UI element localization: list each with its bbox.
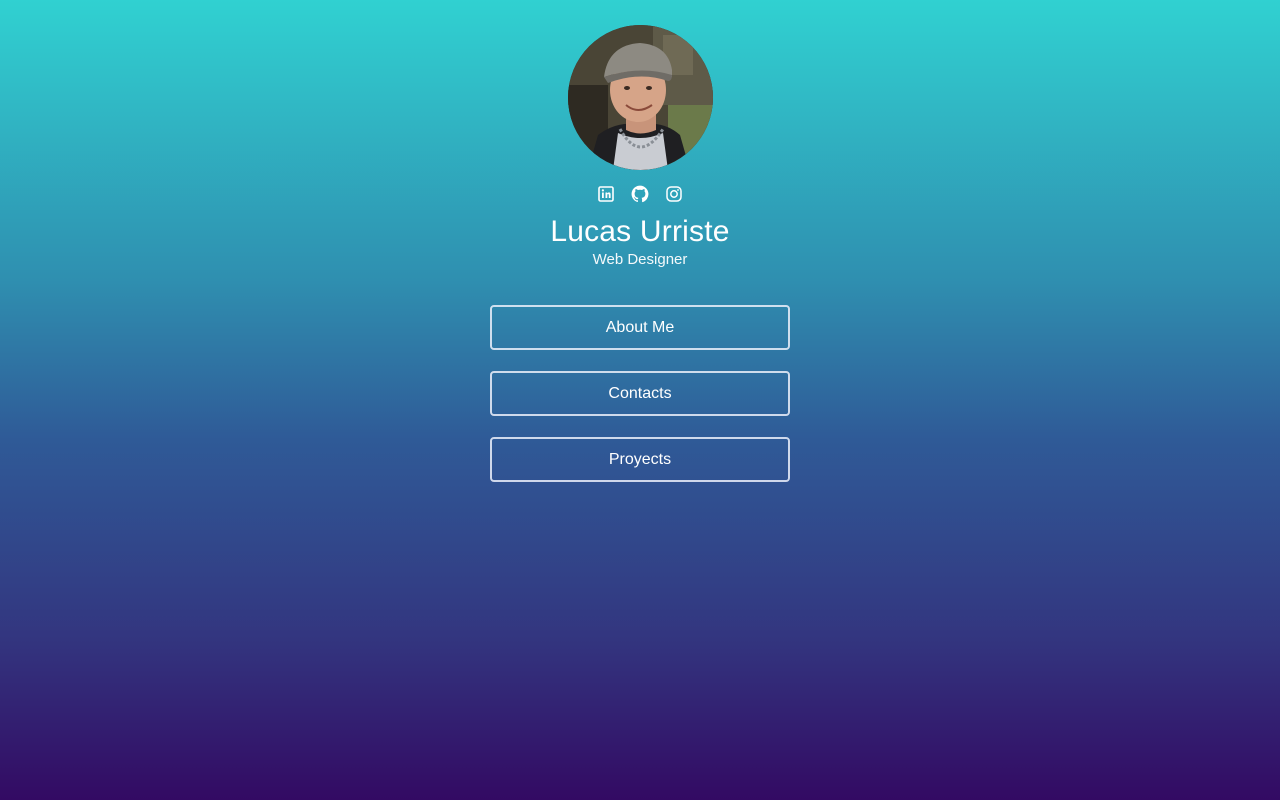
profile-role: Web Designer	[592, 251, 688, 268]
projects-button[interactable]: Proyects	[490, 437, 790, 482]
contacts-button[interactable]: Contacts	[490, 371, 790, 416]
social-links	[597, 183, 683, 205]
profile-card: Lucas Urriste Web Designer About Me Cont…	[0, 0, 1280, 482]
avatar	[567, 25, 713, 170]
instagram-icon[interactable]	[665, 185, 683, 203]
main-menu: About Me Contacts Proyects	[490, 305, 790, 482]
projects-label: Proyects	[608, 450, 672, 468]
profile-name: Lucas Urriste	[550, 215, 730, 248]
linkedin-icon[interactable]	[597, 185, 615, 203]
contacts-label: Contacts	[608, 384, 672, 402]
about-me-label: About Me	[605, 318, 675, 336]
github-icon[interactable]	[631, 185, 649, 203]
about-me-button[interactable]: About Me	[490, 305, 790, 350]
profile-photo	[567, 25, 713, 170]
